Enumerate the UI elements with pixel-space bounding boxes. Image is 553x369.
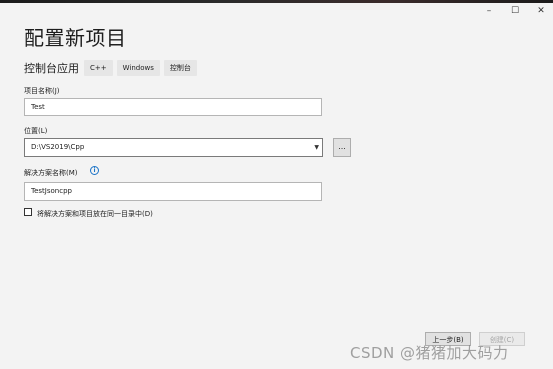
watermark: CSDN @猪猪加大码力 [350, 344, 509, 362]
location-combobox[interactable]: D:\VS2019\Cpp ▼ [24, 138, 323, 157]
template-name: 控制台应用 [24, 62, 79, 75]
project-name-label: 项目名称(J) [24, 87, 60, 95]
chevron-down-icon[interactable]: ▼ [314, 139, 319, 156]
top-border [0, 0, 553, 3]
template-tags: C++ Windows 控制台 [84, 60, 197, 76]
tag-language: C++ [84, 60, 113, 76]
same-directory-label[interactable]: 将解决方案和项目放在同一目录中(D) [37, 209, 153, 219]
location-label: 位置(L) [24, 127, 48, 135]
location-value: D:\VS2019\Cpp [31, 143, 85, 151]
solution-name-input[interactable]: TestJsoncpp [24, 182, 322, 201]
maximize-button[interactable]: ☐ [508, 6, 522, 16]
tag-platform: Windows [116, 60, 160, 76]
tag-project-type: 控制台 [163, 60, 197, 76]
close-button[interactable]: ✕ [534, 6, 548, 16]
browse-button[interactable]: ... [333, 138, 351, 157]
minimize-button[interactable]: – [482, 6, 496, 16]
project-name-input[interactable]: Test [24, 98, 322, 116]
page-title: 配置新项目 [24, 26, 127, 50]
same-directory-checkbox[interactable] [24, 208, 32, 216]
info-icon[interactable]: i [90, 166, 99, 175]
solution-name-label: 解决方案名称(M) [24, 169, 78, 177]
